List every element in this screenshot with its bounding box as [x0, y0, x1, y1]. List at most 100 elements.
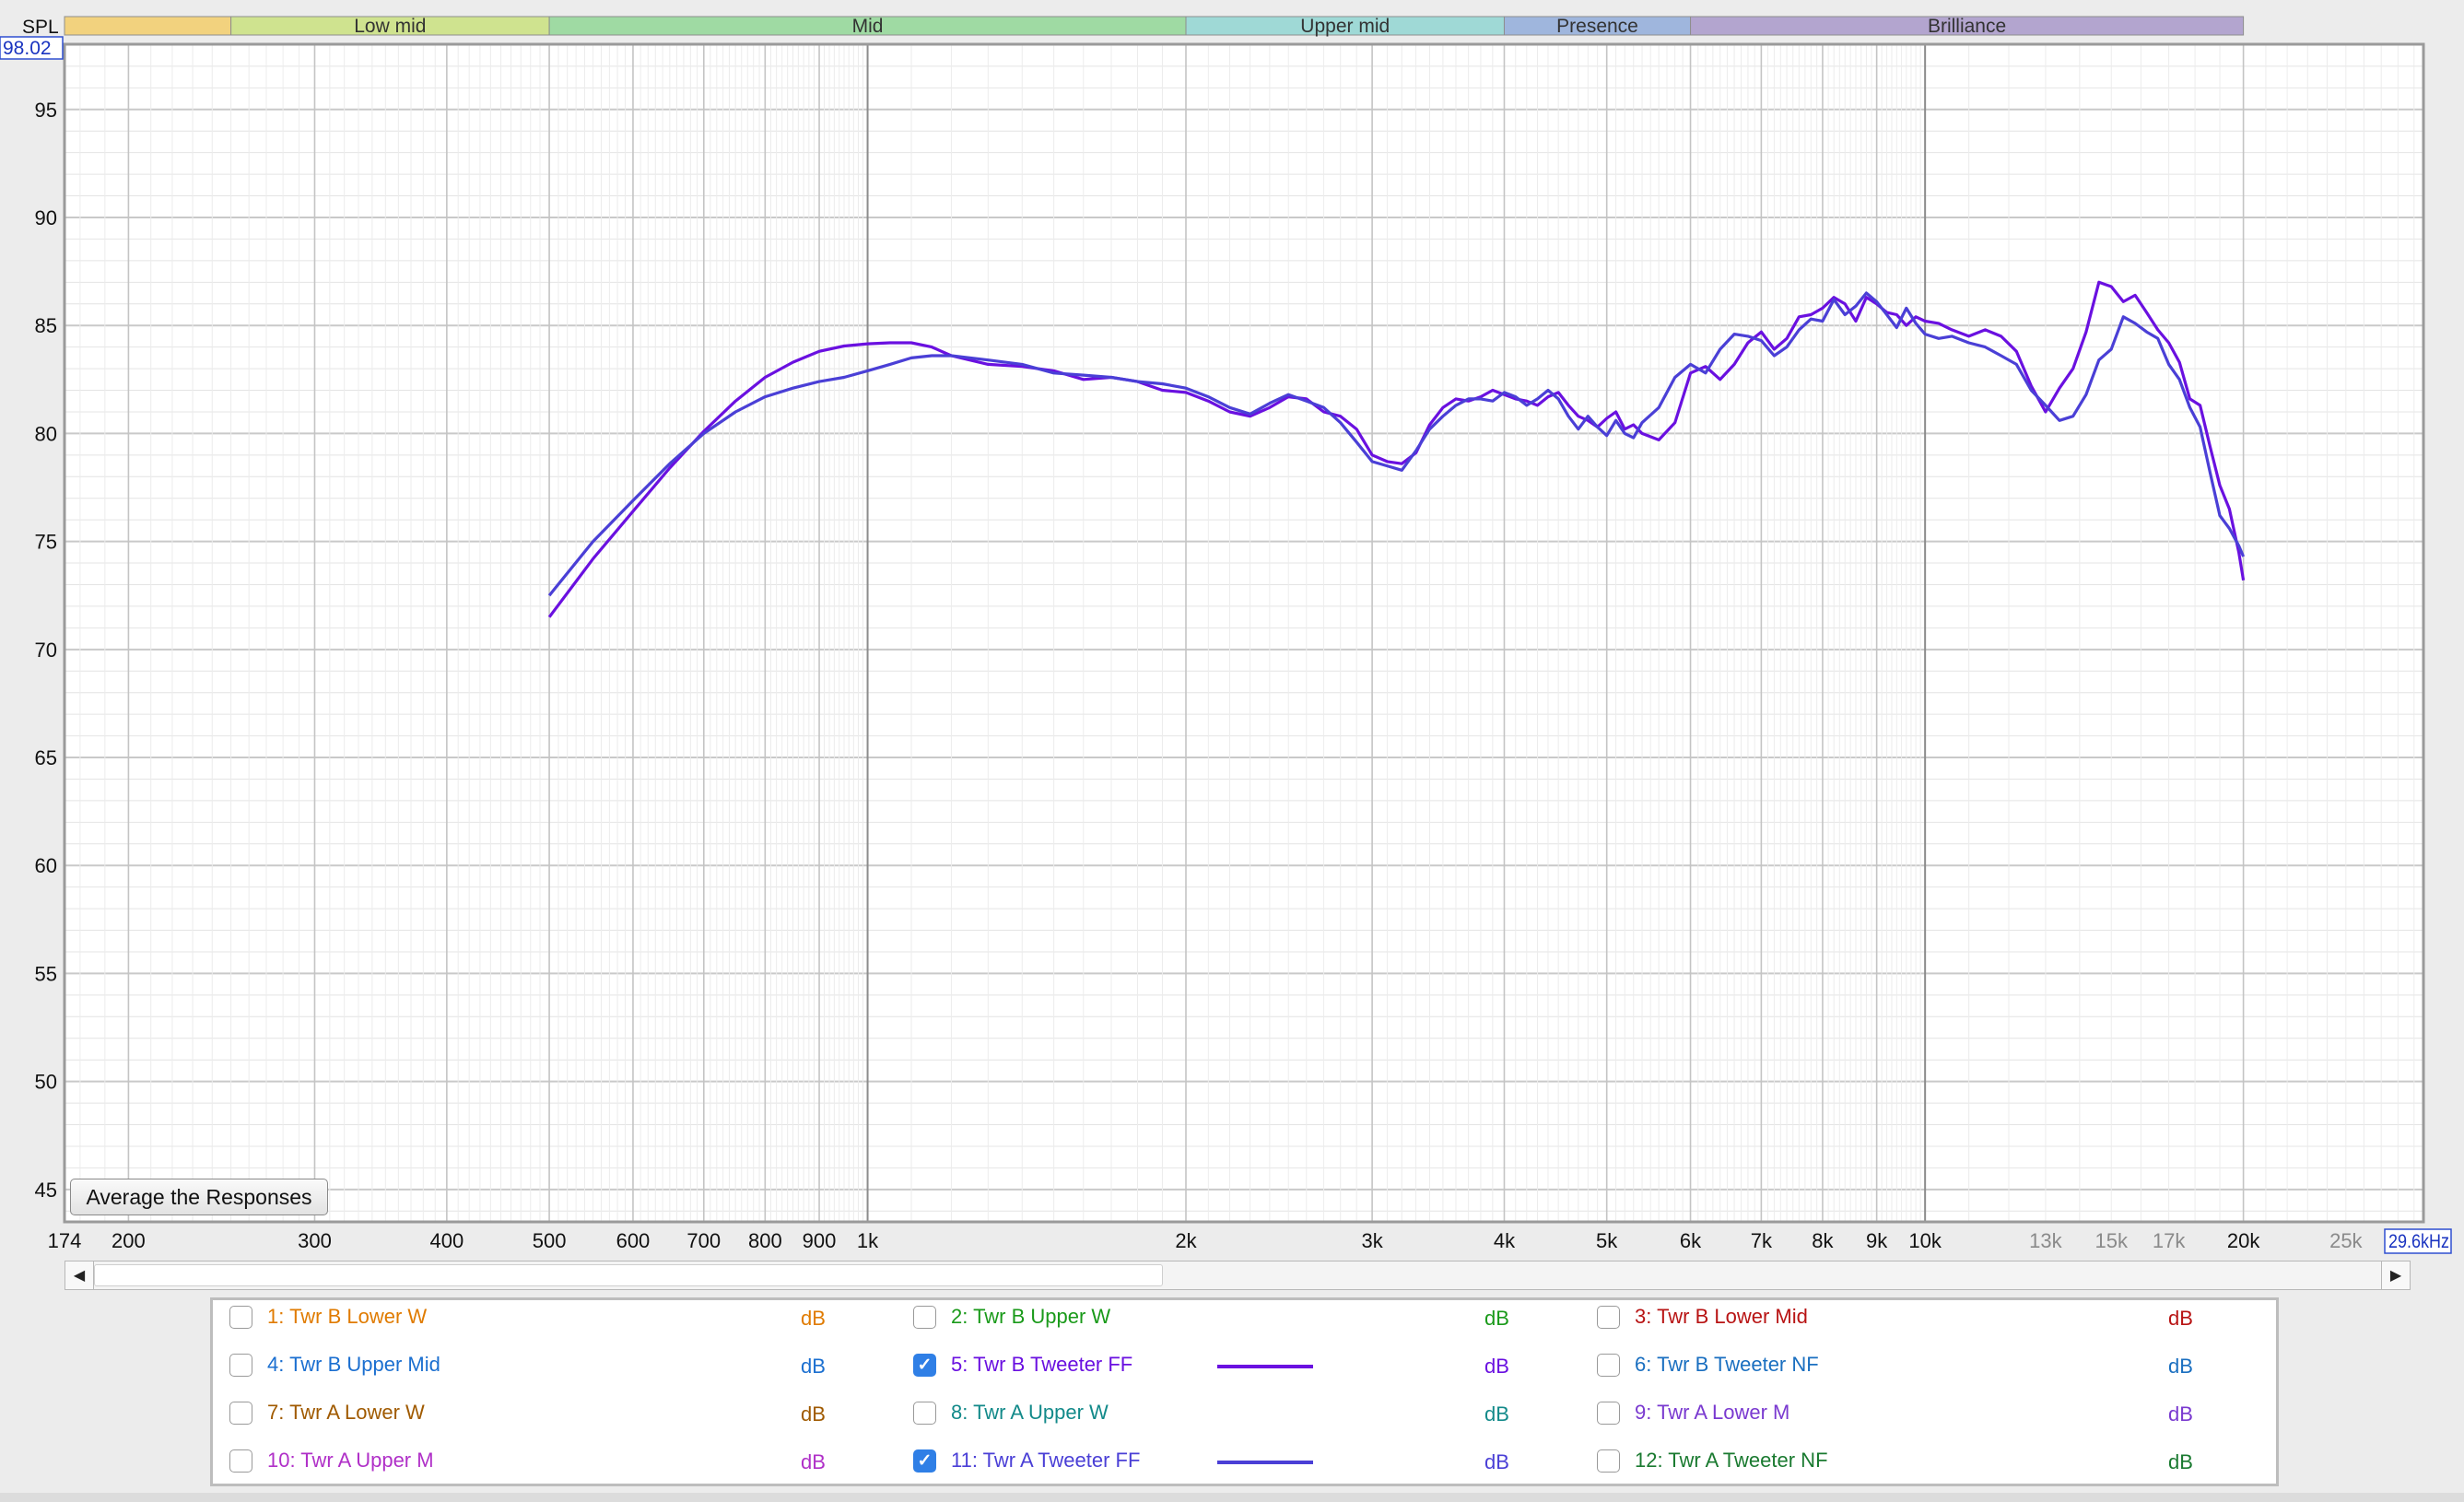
x-tick-label: 2k	[1175, 1229, 1197, 1252]
y-tick-label: 85	[35, 314, 57, 337]
y-tick-label: 95	[35, 99, 57, 122]
legend-item[interactable]: ✓ 5: Twr B Tweeter FF	[913, 1346, 1132, 1383]
legend-item[interactable]: ✓ 11: Twr A Tweeter FF	[913, 1442, 1140, 1479]
checkbox[interactable]	[1597, 1353, 1620, 1377]
legend-unit: dB	[1484, 1450, 1509, 1473]
x-tick-label: 4k	[1494, 1229, 1516, 1252]
legend-unit: dB	[1484, 1355, 1509, 1378]
spl-axis-label: SPL	[22, 17, 59, 38]
legend-line-swatch	[1217, 1461, 1313, 1464]
checkbox[interactable]	[1597, 1401, 1620, 1425]
legend-label: 8: Twr A Upper W	[951, 1401, 1109, 1424]
x-tick-label: 6k	[1680, 1229, 1702, 1252]
x-tick-label: 17k	[2153, 1229, 2186, 1252]
x-tick-label: 800	[748, 1229, 782, 1252]
x-axis-ticks: 174 200 300 400 500 600 700 800 900 1k 2k 3k 4k 5k 6k 7…	[48, 1229, 2364, 1252]
y-tick-label: 55	[35, 962, 57, 985]
checkbox[interactable]	[913, 1305, 936, 1329]
legend-item[interactable]: 10: Twr A Upper M	[229, 1442, 434, 1479]
y-tick-label: 80	[35, 422, 57, 445]
frequency-response-chart[interactable]: Low mid Mid Upper mid Presence Brilliance 45…	[0, 0, 2464, 1299]
x-tick-label: 1k	[857, 1229, 879, 1252]
checkmark-icon: ✓	[917, 1450, 933, 1471]
legend-line-swatch	[1217, 1365, 1313, 1368]
plot-area[interactable]	[65, 44, 2423, 1222]
x-tick-label: 5k	[1596, 1229, 1618, 1252]
checkbox-checked[interactable]: ✓	[913, 1449, 936, 1473]
legend-unit: dB	[801, 1450, 826, 1473]
scroll-left-arrow-icon[interactable]: ◀	[65, 1261, 94, 1290]
legend-unit: dB	[1484, 1307, 1509, 1330]
legend-label: 4: Twr B Upper Mid	[267, 1353, 440, 1376]
measurement-legend: 1: Twr B Lower W dB 4: Twr B Upper Mid dB 7:…	[210, 1297, 2279, 1486]
checkbox[interactable]	[229, 1449, 252, 1473]
legend-label: 10: Twr A Upper M	[267, 1449, 434, 1472]
x-tick-label: 13k	[2029, 1229, 2062, 1252]
x-tick-label: 20k	[2227, 1229, 2260, 1252]
checkbox[interactable]	[229, 1305, 252, 1329]
x-tick-label: 500	[533, 1229, 567, 1252]
x-tick-label: 300	[298, 1229, 332, 1252]
x-tick-label: 400	[430, 1229, 464, 1252]
band-label: Mid	[852, 16, 884, 37]
x-tick-label: 15k	[2094, 1229, 2128, 1252]
legend-item[interactable]: 6: Twr B Tweeter NF	[1597, 1346, 1819, 1383]
legend-item[interactable]: 8: Twr A Upper W	[913, 1394, 1109, 1431]
x-tick-label: 600	[616, 1229, 651, 1252]
legend-label: 5: Twr B Tweeter FF	[951, 1353, 1133, 1376]
legend-item[interactable]: 3: Twr B Lower Mid	[1597, 1298, 1808, 1335]
x-tick-label: 700	[686, 1229, 721, 1252]
legend-unit: dB	[801, 1402, 826, 1426]
legend-label: 3: Twr B Lower Mid	[1635, 1305, 1808, 1328]
checkbox-checked[interactable]: ✓	[913, 1353, 936, 1377]
legend-label: 6: Twr B Tweeter NF	[1635, 1353, 1819, 1376]
legend-item[interactable]: 12: Twr A Tweeter NF	[1597, 1442, 1828, 1479]
checkbox[interactable]	[229, 1353, 252, 1377]
band-label: Upper mid	[1300, 16, 1390, 37]
y-tick-label: 45	[35, 1179, 57, 1202]
legend-item[interactable]: 1: Twr B Lower W	[229, 1298, 427, 1335]
y-tick-label: 65	[35, 746, 57, 769]
legend-label: 7: Twr A Lower W	[267, 1401, 425, 1424]
x-tick-label: 10k	[1908, 1229, 1942, 1252]
scrollbar-thumb[interactable]	[94, 1264, 1163, 1286]
band-label: Brilliance	[1928, 16, 2006, 37]
y-axis-ticks: 45 50 55 60 65 70 75 80 85 90 95	[35, 99, 57, 1202]
x-tick-label: 25k	[2329, 1229, 2363, 1252]
legend-unit: dB	[801, 1307, 826, 1330]
y-tick-label: 70	[35, 639, 57, 662]
x-tick-label: 8k	[1812, 1229, 1834, 1252]
legend-unit: dB	[2168, 1307, 2193, 1330]
average-responses-button[interactable]: Average the Responses	[70, 1179, 328, 1215]
checkbox[interactable]	[1597, 1449, 1620, 1473]
xmax-readout: 29.6kHz	[2388, 1231, 2449, 1252]
legend-item[interactable]: 9: Twr A Lower M	[1597, 1394, 1789, 1431]
legend-item[interactable]: 4: Twr B Upper Mid	[229, 1346, 440, 1383]
legend-item[interactable]: 2: Twr B Upper W	[913, 1298, 1110, 1335]
x-tick-label: 7k	[1751, 1229, 1773, 1252]
checkbox[interactable]	[1597, 1305, 1620, 1329]
status-strip	[0, 1493, 2464, 1502]
legend-unit: dB	[2168, 1355, 2193, 1378]
band-label: Low mid	[354, 16, 426, 37]
x-tick-label: 9k	[1866, 1229, 1888, 1252]
legend-label: 11: Twr A Tweeter FF	[951, 1449, 1141, 1472]
legend-unit: dB	[801, 1355, 826, 1378]
legend-unit: dB	[2168, 1402, 2193, 1426]
legend-item[interactable]: 7: Twr A Lower W	[229, 1394, 425, 1431]
ymax-readout: 98.02	[3, 38, 52, 59]
legend-unit: dB	[2168, 1450, 2193, 1473]
checkbox[interactable]	[229, 1401, 252, 1425]
legend-label: 2: Twr B Upper W	[951, 1305, 1111, 1328]
y-tick-label: 60	[35, 854, 57, 877]
legend-unit: dB	[1484, 1402, 1509, 1426]
scroll-right-arrow-icon[interactable]: ▶	[2381, 1261, 2411, 1290]
checkmark-icon: ✓	[917, 1355, 933, 1375]
legend-label: 1: Twr B Lower W	[267, 1305, 428, 1328]
legend-label: 9: Twr A Lower M	[1635, 1401, 1790, 1424]
y-tick-label: 90	[35, 206, 57, 229]
x-tick-label: 174	[48, 1229, 82, 1252]
x-tick-label: 900	[803, 1229, 837, 1252]
checkbox[interactable]	[913, 1401, 936, 1425]
y-tick-label: 50	[35, 1071, 57, 1094]
